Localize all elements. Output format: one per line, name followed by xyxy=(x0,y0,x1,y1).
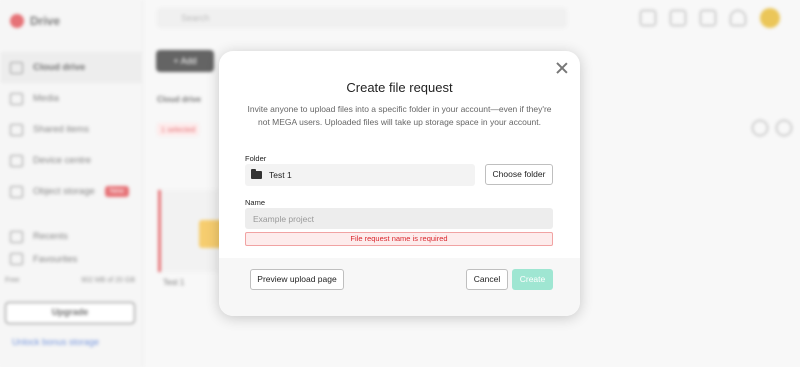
cancel-button[interactable]: Cancel xyxy=(466,269,508,290)
folder-value: Test 1 xyxy=(269,170,292,180)
folder-field: Test 1 xyxy=(245,164,475,186)
preview-upload-page-button[interactable]: Preview upload page xyxy=(250,269,344,290)
folder-label: Folder xyxy=(245,154,267,163)
name-label: Name xyxy=(245,198,266,207)
folder-icon xyxy=(251,169,262,179)
name-error-message: File request name is required xyxy=(245,232,553,246)
dialog-footer: Preview upload page Cancel Create xyxy=(219,258,580,316)
dialog-title: Create file request xyxy=(346,80,453,95)
create-button[interactable]: Create xyxy=(512,269,553,290)
choose-folder-button[interactable]: Choose folder xyxy=(485,164,553,185)
name-input[interactable] xyxy=(245,208,553,229)
close-icon[interactable] xyxy=(555,61,569,75)
create-file-request-dialog: Create file request Invite anyone to upl… xyxy=(219,51,580,316)
dialog-description: Invite anyone to upload files into a spe… xyxy=(247,104,552,127)
